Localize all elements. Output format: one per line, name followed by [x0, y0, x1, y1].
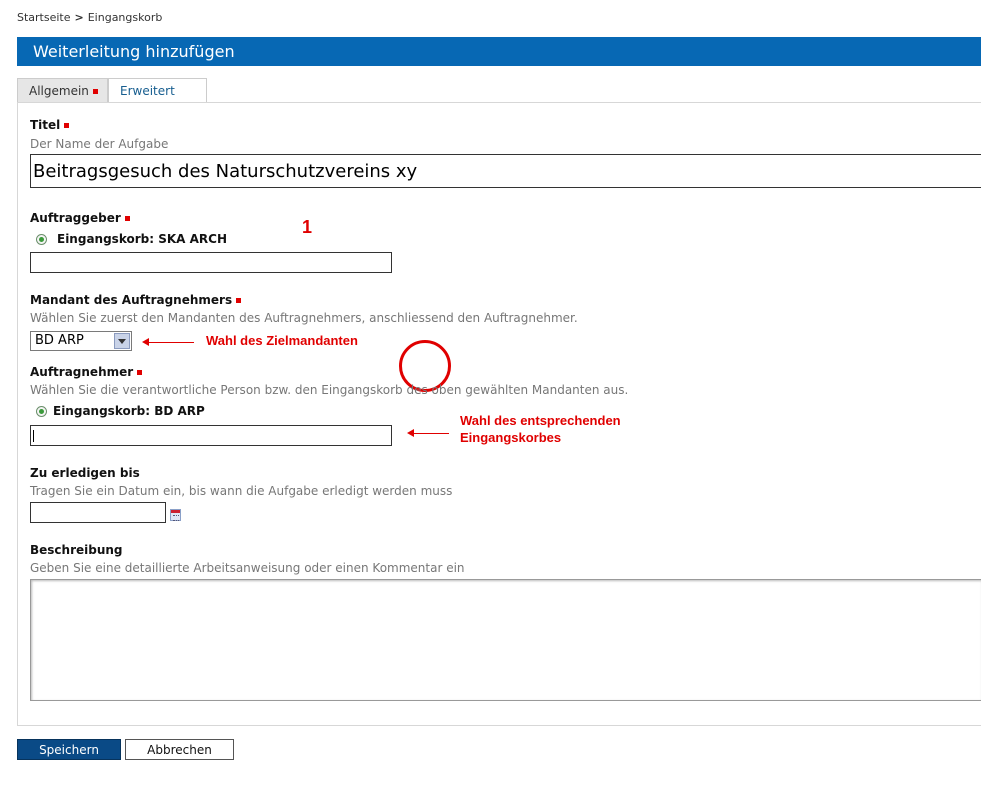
mandant-hint: Wählen Sie zuerst den Mandanten des Auft… [30, 311, 578, 325]
auftragnehmer-input[interactable] [30, 425, 392, 446]
chevron-down-icon[interactable] [114, 333, 130, 349]
annotation-arrow-left [407, 429, 449, 437]
auftragnehmer-hint: Wählen Sie die verantwortliche Person bz… [30, 383, 629, 397]
tab-allgemein-label: Allgemein [29, 84, 89, 98]
auftraggeber-label-text: Auftraggeber [30, 211, 121, 225]
required-marker [236, 298, 242, 303]
annotation-step-number: 1 [302, 217, 313, 237]
erledigen-date-input[interactable] [30, 502, 166, 523]
beschreibung-textarea[interactable] [30, 579, 981, 701]
auftraggeber-label: Auftraggeber [30, 211, 130, 225]
breadcrumb-home-link[interactable]: Startseite [17, 11, 71, 24]
tab-erweitert[interactable]: Erweitert [108, 78, 207, 102]
cancel-button[interactable]: Abbrechen [125, 739, 234, 760]
auftraggeber-radio[interactable] [36, 234, 47, 245]
tab-allgemein[interactable]: Allgemein [17, 78, 108, 102]
mandant-label: Mandant des Auftragnehmers [30, 293, 242, 307]
titel-label: Titel [30, 118, 70, 132]
beschreibung-hint: Geben Sie eine detaillierte Arbeitsanwei… [30, 561, 465, 575]
save-button[interactable]: Speichern [17, 739, 121, 760]
titel-input-value: Beitragsgesuch des Naturschutzvereins xy [33, 161, 418, 182]
annotation-eingangskorb-line1: Wahl des entsprechenden [460, 413, 621, 428]
auftragnehmer-label: Auftragnehmer [30, 365, 143, 379]
text-cursor [33, 430, 34, 442]
annotation-zielmandant: Wahl des Zielmandanten [206, 333, 358, 348]
titel-input[interactable]: Beitragsgesuch des Naturschutzvereins xy [30, 154, 981, 188]
required-marker [137, 370, 143, 375]
erledigen-label: Zu erledigen bis [30, 466, 140, 480]
auftragnehmer-label-text: Auftragnehmer [30, 365, 134, 379]
required-marker [92, 89, 98, 94]
erledigen-hint: Tragen Sie ein Datum ein, bis wann die A… [30, 484, 453, 498]
annotation-arrow-left [142, 338, 194, 346]
titel-label-text: Titel [30, 118, 61, 132]
required-marker [124, 216, 130, 221]
page-title-bar: Weiterleitung hinzufügen [17, 37, 981, 66]
auftragnehmer-radio[interactable] [36, 406, 47, 417]
annotation-eingangskorb-line2: Eingangskorbes [460, 430, 562, 445]
mandant-select[interactable]: BD ARP [30, 331, 132, 351]
titel-hint: Der Name der Aufgabe [30, 137, 169, 151]
breadcrumb: Startseite > Eingangskorb [17, 11, 162, 24]
required-marker [64, 123, 70, 128]
mandant-select-value: BD ARP [35, 333, 84, 348]
page-title: Weiterleitung hinzufügen [33, 42, 235, 61]
mandant-label-text: Mandant des Auftragnehmers [30, 293, 233, 307]
auftraggeber-input[interactable] [30, 252, 392, 273]
auftragnehmer-radio-label: Eingangskorb: BD ARP [53, 404, 205, 418]
tab-erweitert-label: Erweitert [120, 84, 175, 98]
auftraggeber-radio-label: Eingangskorb: SKA ARCH [57, 232, 227, 246]
calendar-icon[interactable] [170, 509, 181, 521]
beschreibung-label: Beschreibung [30, 543, 123, 557]
breadcrumb-current[interactable]: Eingangskorb [88, 11, 163, 24]
breadcrumb-separator: > [74, 11, 84, 24]
